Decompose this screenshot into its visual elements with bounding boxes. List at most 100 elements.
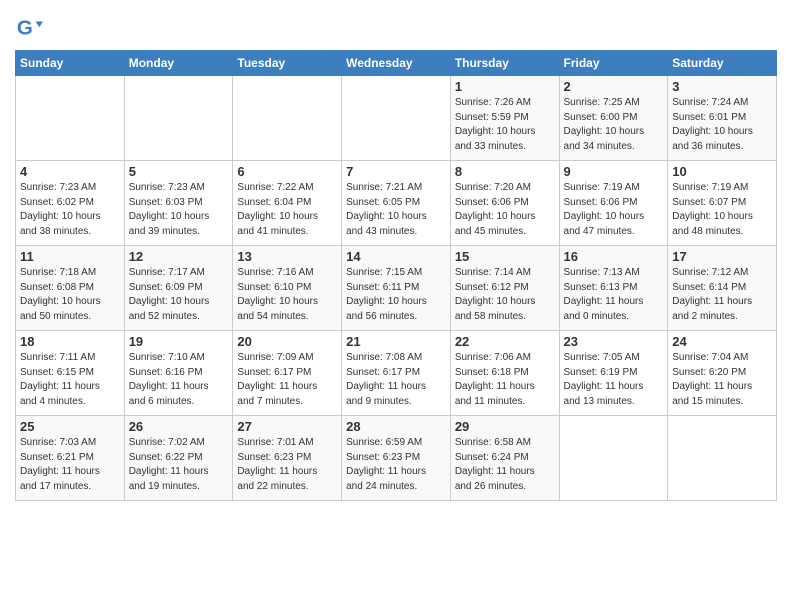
day-number: 1 xyxy=(455,79,555,94)
day-info: Sunrise: 7:23 AM Sunset: 6:02 PM Dayligh… xyxy=(20,181,120,239)
calendar-cell: 29Sunrise: 6:58 AM Sunset: 6:24 PM Dayli… xyxy=(450,416,559,501)
calendar-cell: 11 Sunrise: 7:18 AM Sunset: 6:08 PM Dayli… xyxy=(16,246,125,331)
calendar-cell: 16 Sunrise: 7:13 AM Sunset: 6:13 PM Dayli… xyxy=(559,246,668,331)
calendar-cell: 2 Sunrise: 7:25 AM Sunset: 6:00 PM Daylig… xyxy=(559,76,668,161)
calendar-cell: 7 Sunrise: 7:21 AM Sunset: 6:05 PM Daylig… xyxy=(342,161,451,246)
day-info: Sunrise: 7:15 AM Sunset: 6:11 PM Dayligh… xyxy=(346,266,446,324)
day-info: Sunrise: 7:08 AM Sunset: 6:17 PM Dayligh… xyxy=(346,351,446,409)
calendar-cell: 23 Sunrise: 7:05 AM Sunset: 6:19 PM Dayli… xyxy=(559,331,668,416)
day-number: 23 xyxy=(564,334,664,349)
page-header: G xyxy=(15,10,777,42)
day-number: 11 xyxy=(20,249,120,264)
calendar-week-row: 4 Sunrise: 7:23 AM Sunset: 6:02 PM Daylig… xyxy=(16,161,777,246)
day-info: Sunrise: 6:59 AM Sunset: 6:23 PM Dayligh… xyxy=(346,436,446,494)
day-info: Sunrise: 7:13 AM Sunset: 6:13 PM Dayligh… xyxy=(564,266,664,324)
day-number: 27 xyxy=(237,419,337,434)
calendar-cell: 28 Sunrise: 6:59 AM Sunset: 6:23 PM Dayli… xyxy=(342,416,451,501)
calendar-cell: 19 Sunrise: 7:10 AM Sunset: 6:16 PM Dayli… xyxy=(124,331,233,416)
calendar-cell: 21 Sunrise: 7:08 AM Sunset: 6:17 PM Dayli… xyxy=(342,331,451,416)
calendar-cell: 5 Sunrise: 7:23 AM Sunset: 6:03 PM Daylig… xyxy=(124,161,233,246)
calendar-cell: 12Sunrise: 7:17 AM Sunset: 6:09 PM Dayli… xyxy=(124,246,233,331)
day-info: Sunrise: 7:22 AM Sunset: 6:04 PM Dayligh… xyxy=(237,181,337,239)
calendar-cell xyxy=(233,76,342,161)
calendar-cell: 18 Sunrise: 7:11 AM Sunset: 6:15 PM Dayli… xyxy=(16,331,125,416)
calendar-cell: 14 Sunrise: 7:15 AM Sunset: 6:11 PM Dayli… xyxy=(342,246,451,331)
calendar-cell: 6 Sunrise: 7:22 AM Sunset: 6:04 PM Daylig… xyxy=(233,161,342,246)
svg-text:G: G xyxy=(17,17,33,40)
day-number: 7 xyxy=(346,164,446,179)
day-info: Sunrise: 7:01 AM Sunset: 6:23 PM Dayligh… xyxy=(237,436,337,494)
day-info: Sunrise: 7:16 AM Sunset: 6:10 PM Dayligh… xyxy=(237,266,337,324)
calendar-cell: 13 Sunrise: 7:16 AM Sunset: 6:10 PM Dayli… xyxy=(233,246,342,331)
calendar-table: SundayMondayTuesdayWednesdayThursdayFrid… xyxy=(15,50,777,501)
weekday-header: Saturday xyxy=(668,51,777,76)
day-info: Sunrise: 7:09 AM Sunset: 6:17 PM Dayligh… xyxy=(237,351,337,409)
day-info: Sunrise: 7:05 AM Sunset: 6:19 PM Dayligh… xyxy=(564,351,664,409)
weekday-header: Friday xyxy=(559,51,668,76)
calendar-cell: 15 Sunrise: 7:14 AM Sunset: 6:12 PM Dayli… xyxy=(450,246,559,331)
calendar-cell: 20 Sunrise: 7:09 AM Sunset: 6:17 PM Dayli… xyxy=(233,331,342,416)
day-number: 19 xyxy=(129,334,229,349)
day-number: 6 xyxy=(237,164,337,179)
day-info: Sunrise: 7:19 AM Sunset: 6:07 PM Dayligh… xyxy=(672,181,772,239)
day-number: 26 xyxy=(129,419,229,434)
calendar-cell: 24Sunrise: 7:04 AM Sunset: 6:20 PM Dayli… xyxy=(668,331,777,416)
day-number: 15 xyxy=(455,249,555,264)
weekday-header: Tuesday xyxy=(233,51,342,76)
day-number: 9 xyxy=(564,164,664,179)
day-number: 28 xyxy=(346,419,446,434)
calendar-cell: 17Sunrise: 7:12 AM Sunset: 6:14 PM Dayli… xyxy=(668,246,777,331)
calendar-cell: 8 Sunrise: 7:20 AM Sunset: 6:06 PM Daylig… xyxy=(450,161,559,246)
day-info: Sunrise: 7:26 AM Sunset: 5:59 PM Dayligh… xyxy=(455,96,555,154)
day-info: Sunrise: 7:02 AM Sunset: 6:22 PM Dayligh… xyxy=(129,436,229,494)
calendar-cell: 1 Sunrise: 7:26 AM Sunset: 5:59 PM Daylig… xyxy=(450,76,559,161)
day-number: 3 xyxy=(672,79,772,94)
day-info: Sunrise: 6:58 AM Sunset: 6:24 PM Dayligh… xyxy=(455,436,555,494)
day-number: 2 xyxy=(564,79,664,94)
day-info: Sunrise: 7:10 AM Sunset: 6:16 PM Dayligh… xyxy=(129,351,229,409)
day-info: Sunrise: 7:12 AM Sunset: 6:14 PM Dayligh… xyxy=(672,266,772,324)
day-number: 8 xyxy=(455,164,555,179)
day-number: 14 xyxy=(346,249,446,264)
day-number: 25 xyxy=(20,419,120,434)
weekday-header: Wednesday xyxy=(342,51,451,76)
calendar-cell: 9Sunrise: 7:19 AM Sunset: 6:06 PM Daylig… xyxy=(559,161,668,246)
day-info: Sunrise: 7:20 AM Sunset: 6:06 PM Dayligh… xyxy=(455,181,555,239)
day-number: 5 xyxy=(129,164,229,179)
day-info: Sunrise: 7:06 AM Sunset: 6:18 PM Dayligh… xyxy=(455,351,555,409)
weekday-header: Thursday xyxy=(450,51,559,76)
day-info: Sunrise: 7:14 AM Sunset: 6:12 PM Dayligh… xyxy=(455,266,555,324)
day-number: 13 xyxy=(237,249,337,264)
calendar-cell xyxy=(16,76,125,161)
calendar-week-row: 1 Sunrise: 7:26 AM Sunset: 5:59 PM Daylig… xyxy=(16,76,777,161)
day-number: 16 xyxy=(564,249,664,264)
day-number: 20 xyxy=(237,334,337,349)
day-number: 18 xyxy=(20,334,120,349)
day-info: Sunrise: 7:25 AM Sunset: 6:00 PM Dayligh… xyxy=(564,96,664,154)
day-info: Sunrise: 7:04 AM Sunset: 6:20 PM Dayligh… xyxy=(672,351,772,409)
calendar-cell: 22 Sunrise: 7:06 AM Sunset: 6:18 PM Dayli… xyxy=(450,331,559,416)
calendar-cell xyxy=(342,76,451,161)
day-info: Sunrise: 7:24 AM Sunset: 6:01 PM Dayligh… xyxy=(672,96,772,154)
day-number: 21 xyxy=(346,334,446,349)
calendar-cell xyxy=(124,76,233,161)
day-info: Sunrise: 7:21 AM Sunset: 6:05 PM Dayligh… xyxy=(346,181,446,239)
day-info: Sunrise: 7:23 AM Sunset: 6:03 PM Dayligh… xyxy=(129,181,229,239)
day-info: Sunrise: 7:11 AM Sunset: 6:15 PM Dayligh… xyxy=(20,351,120,409)
day-info: Sunrise: 7:17 AM Sunset: 6:09 PM Dayligh… xyxy=(129,266,229,324)
logo: G xyxy=(15,14,45,42)
weekday-header: Monday xyxy=(124,51,233,76)
calendar-week-row: 25 Sunrise: 7:03 AM Sunset: 6:21 PM Dayli… xyxy=(16,416,777,501)
calendar-cell: 25 Sunrise: 7:03 AM Sunset: 6:21 PM Dayli… xyxy=(16,416,125,501)
weekday-header: Sunday xyxy=(16,51,125,76)
calendar-week-row: 18 Sunrise: 7:11 AM Sunset: 6:15 PM Dayli… xyxy=(16,331,777,416)
day-info: Sunrise: 7:03 AM Sunset: 6:21 PM Dayligh… xyxy=(20,436,120,494)
calendar-cell: 10Sunrise: 7:19 AM Sunset: 6:07 PM Dayli… xyxy=(668,161,777,246)
calendar-cell: 3 Sunrise: 7:24 AM Sunset: 6:01 PM Daylig… xyxy=(668,76,777,161)
calendar-cell xyxy=(559,416,668,501)
calendar-header-row: SundayMondayTuesdayWednesdayThursdayFrid… xyxy=(16,51,777,76)
day-number: 4 xyxy=(20,164,120,179)
day-number: 22 xyxy=(455,334,555,349)
calendar-week-row: 11 Sunrise: 7:18 AM Sunset: 6:08 PM Dayli… xyxy=(16,246,777,331)
day-info: Sunrise: 7:18 AM Sunset: 6:08 PM Dayligh… xyxy=(20,266,120,324)
